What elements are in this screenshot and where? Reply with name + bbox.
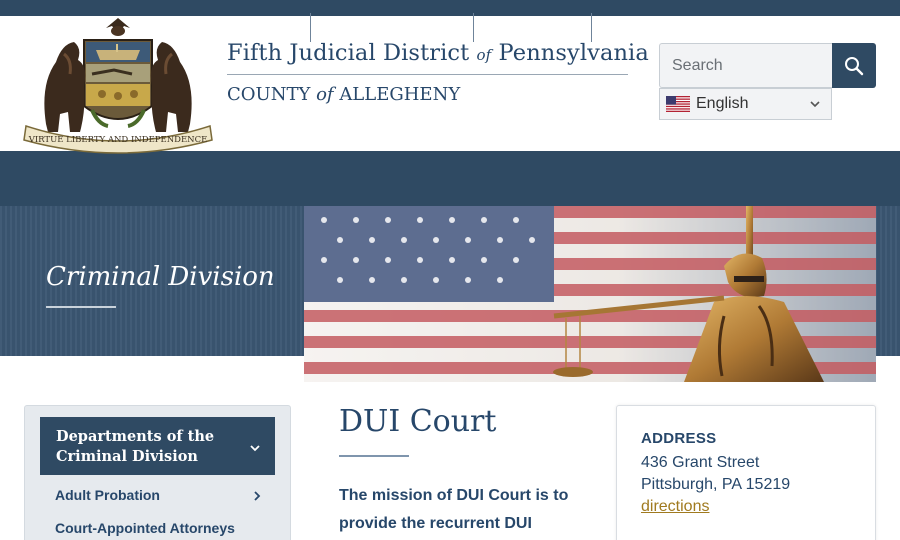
site-subtitle-of: of [316,84,334,105]
nav-separator [473,13,474,42]
chevron-down-icon [810,101,820,108]
site-subtitle[interactable]: COUNTY of ALLEGHENY [227,84,460,105]
sidebar-link-court-appointed-attorneys[interactable]: Court-Appointed Attorneys [55,520,235,536]
page-title-underline [339,455,409,457]
us-flag-icon [666,96,690,112]
nav-general-information[interactable]: General Information [320,0,475,55]
hero-title: Criminal Division [46,262,275,292]
seal-icon[interactable]: VIRTUE LIBERTY AND INDEPENDENCE [22,14,214,154]
address-card [616,405,876,540]
search-button[interactable] [832,43,876,88]
sidebar-link-adult-probation[interactable]: Adult Probation [55,487,160,503]
seal-motto: VIRTUE LIBERTY AND INDEPENDENCE [28,135,208,145]
site-subtitle-part1: COUNTY [227,84,311,105]
hero-title-underline [46,306,116,308]
chevron-down-icon[interactable] [248,441,262,455]
lady-justice-image [304,206,876,382]
language-select[interactable]: English [659,88,832,120]
search-icon [845,56,864,75]
page-title: DUI Court [339,404,497,439]
address-line-1: 436 Grant Street [641,454,760,471]
language-label: English [696,95,749,112]
sidebar-heading[interactable]: Departments of the Criminal Division [56,427,231,467]
intro-text: The mission of DUI Court is to provide t… [339,487,569,532]
nav-separator [310,13,311,42]
main-nav [0,151,900,206]
title-divider [227,74,628,75]
chevron-right-icon[interactable] [251,489,263,503]
nav-juror-services[interactable]: Juror Services [483,0,590,55]
address-heading: ADDRESS [641,430,717,447]
nav-contact-or-visit[interactable]: Contact or Visit [601,0,720,55]
directions-link[interactable]: directions [641,498,709,516]
address-line-2: Pittsburgh, PA 15219 [641,476,791,493]
site-subtitle-part2: ALLEGHENY [339,84,461,105]
nav-separator [591,13,592,42]
